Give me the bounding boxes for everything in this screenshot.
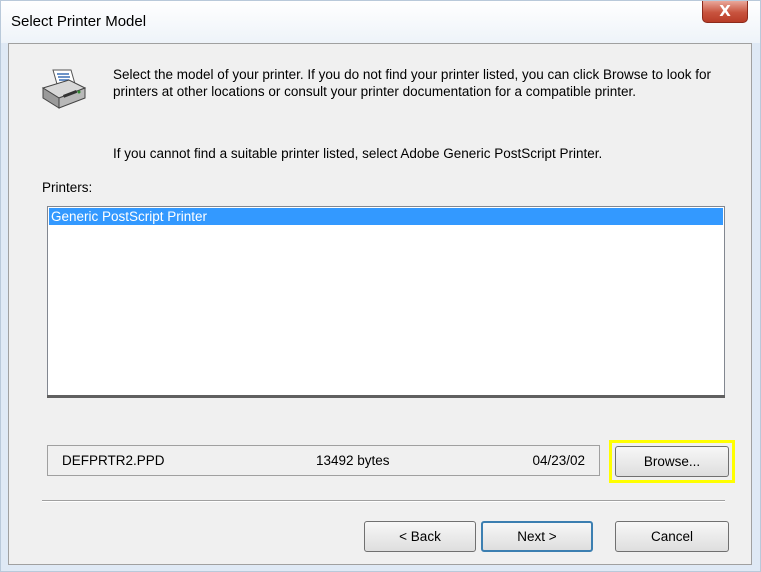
select-printer-model-dialog: Select Printer Model X Select the model … xyxy=(0,0,761,572)
title-bar[interactable]: Select Printer Model X xyxy=(1,1,760,43)
next-button[interactable]: Next > xyxy=(481,521,593,552)
list-item-generic-postscript-printer[interactable]: Generic PostScript Printer xyxy=(49,208,723,225)
file-name: DEFPRTR2.PPD xyxy=(62,453,165,468)
dialog-body: Select the model of your printer. If you… xyxy=(8,43,752,565)
printers-listbox[interactable]: Generic PostScript Printer xyxy=(47,206,725,396)
printers-label: Printers: xyxy=(42,180,93,195)
printer-icon xyxy=(39,66,87,114)
fallback-instructions-text: If you cannot find a suitable printer li… xyxy=(113,146,603,161)
file-date: 04/23/02 xyxy=(532,453,585,468)
file-info-bar: DEFPRTR2.PPD 13492 bytes 04/23/02 xyxy=(47,445,600,476)
window-title: Select Printer Model xyxy=(11,13,147,30)
close-button[interactable]: X xyxy=(702,1,748,23)
cancel-button[interactable]: Cancel xyxy=(615,521,729,552)
close-icon: X xyxy=(719,2,731,20)
file-size: 13492 bytes xyxy=(316,453,390,468)
instructions-text: Select the model of your printer. If you… xyxy=(113,67,712,99)
browse-button[interactable]: Browse... xyxy=(615,446,729,477)
back-button[interactable]: < Back xyxy=(364,521,476,552)
listbox-bottom-edge xyxy=(47,395,725,398)
separator-line xyxy=(42,500,725,502)
